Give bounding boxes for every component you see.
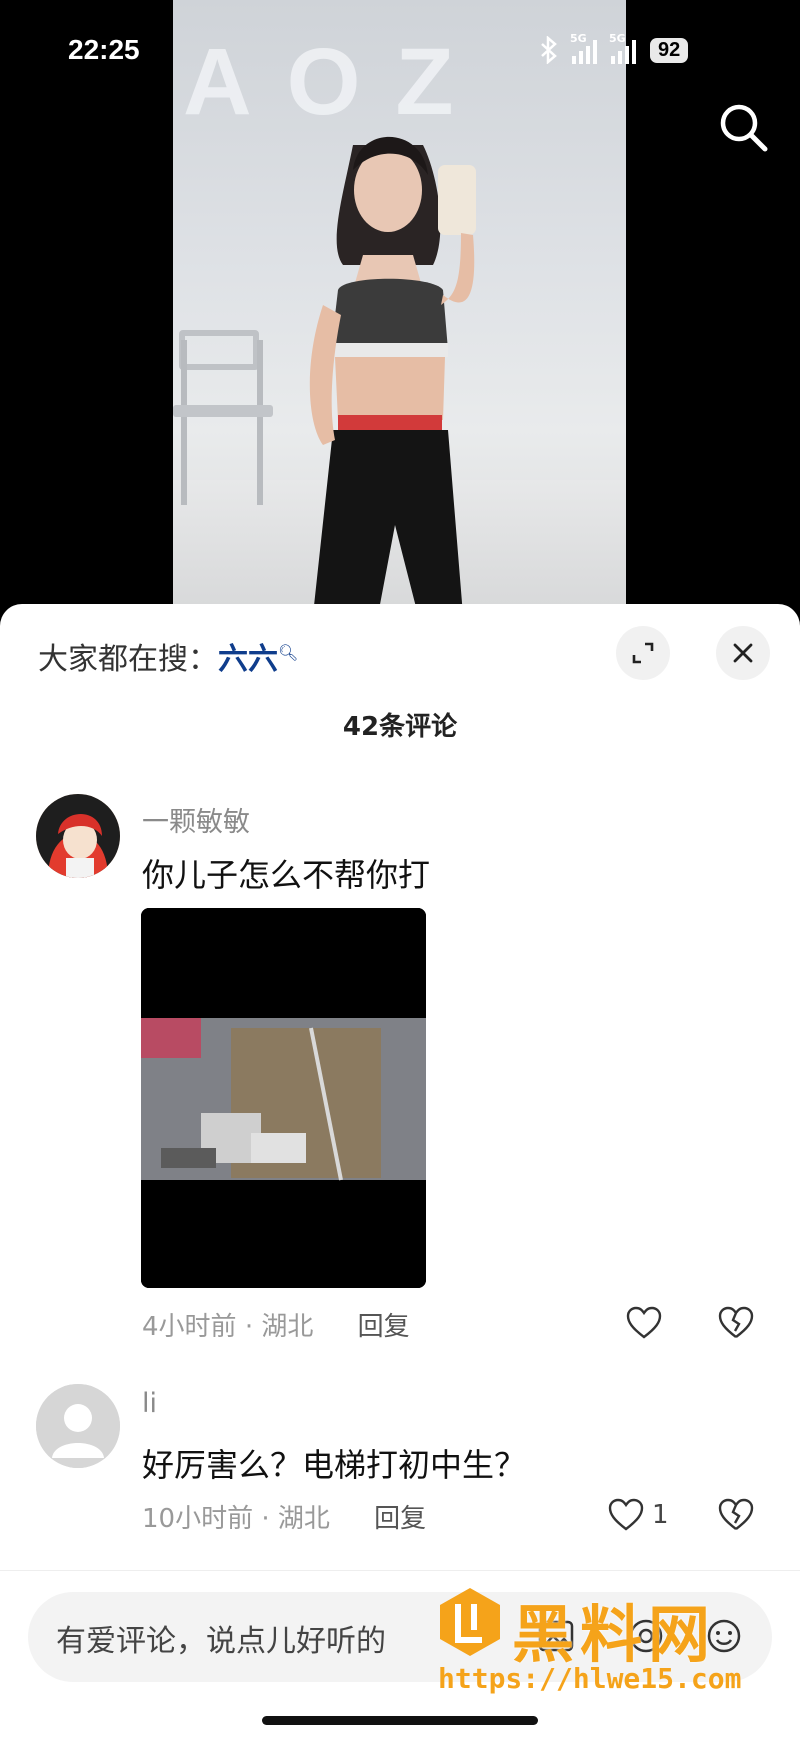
comment-sheet: 大家都在搜：六六🔍︎ 42条评论 一颗敏敏 你儿子怎么不帮你打 4小时前 · 湖… <box>0 604 800 1738</box>
comment-count: 42条评论 <box>342 712 458 742</box>
comment-location: 湖北 <box>261 1312 314 1342</box>
comment-username[interactable]: li <box>142 1388 157 1419</box>
like-count: 1 <box>652 1500 669 1530</box>
heart-icon <box>608 1498 644 1531</box>
comment-input-placeholder: 有爱评论，说点儿好听的 <box>56 1624 386 1659</box>
network-type: 5G <box>609 32 626 45</box>
comment-text: 你儿子怎么不帮你打 <box>142 856 431 894</box>
chair-seat <box>173 405 273 417</box>
comment-location: 湖北 <box>277 1504 330 1534</box>
video-player[interactable]: AOZ 22:25 5G 5G 92 <box>0 0 800 615</box>
chair-leg <box>181 340 187 505</box>
search-icon <box>720 104 768 152</box>
network-type: 5G <box>570 32 587 45</box>
battery-level: 92 <box>650 37 689 63</box>
avatar[interactable] <box>36 1384 120 1468</box>
status-icons: 5G 5G 92 <box>540 32 689 64</box>
comment-time: 4小时前 <box>142 1312 237 1342</box>
expand-icon <box>632 642 654 664</box>
watermark: 黑料网 https://hlwe15.com <box>438 1580 778 1705</box>
reply-button[interactable]: 回复 <box>374 1504 426 1534</box>
expand-button[interactable] <box>616 626 670 680</box>
default-avatar-icon <box>36 1384 120 1468</box>
close-icon <box>733 643 753 663</box>
search-icon: 🔍︎ <box>278 643 299 662</box>
watermark-brand: 黑料网 <box>512 1598 717 1671</box>
status-bar: 22:25 5G 5G 92 <box>0 0 800 100</box>
like-button[interactable] <box>626 1306 670 1340</box>
close-button[interactable] <box>716 626 770 680</box>
hot-search-term[interactable]: 六六 <box>218 642 278 677</box>
clock: 22:25 <box>68 34 140 65</box>
person-figure <box>309 136 476 615</box>
hot-search[interactable]: 大家都在搜：六六🔍︎ <box>38 634 298 678</box>
avatar-image <box>36 794 120 878</box>
heart-icon <box>626 1306 662 1339</box>
dislike-button[interactable] <box>718 1306 754 1344</box>
meta-separator: · <box>261 1504 278 1534</box>
chair-leg <box>257 340 263 505</box>
search-button[interactable] <box>716 100 772 156</box>
watermark-url: https://hlwe15.com <box>438 1662 742 1695</box>
bluetooth-icon <box>541 36 557 64</box>
meta-separator: · <box>244 1312 262 1342</box>
like-button[interactable]: 1 <box>608 1498 669 1532</box>
signal-strength-icon: 5G <box>570 32 597 64</box>
comment-video-thumbnail[interactable] <box>141 908 426 1288</box>
broken-heart-icon <box>718 1306 754 1338</box>
comment-text: 好厉害么？电梯打初中生？ <box>142 1446 527 1484</box>
comment-meta: 4小时前 · 湖北 回复 <box>142 1306 410 1343</box>
signal-strength-icon: 5G <box>609 32 636 64</box>
divider <box>0 1570 800 1571</box>
comment-time: 10小时前 <box>142 1504 254 1534</box>
reply-button[interactable]: 回复 <box>358 1312 410 1342</box>
dislike-button[interactable] <box>718 1498 754 1536</box>
hot-search-prefix: 大家都在搜： <box>38 642 218 677</box>
elevator-cctv-image <box>141 908 426 1288</box>
comment-username[interactable]: 一颗敏敏 <box>142 800 250 839</box>
broken-heart-icon <box>718 1498 754 1530</box>
avatar[interactable] <box>36 794 120 878</box>
comment-meta: 10小时前 · 湖北 回复 <box>142 1498 426 1535</box>
chair <box>179 330 259 370</box>
home-indicator[interactable] <box>262 1716 538 1725</box>
watermark-logo-icon <box>440 1588 500 1656</box>
